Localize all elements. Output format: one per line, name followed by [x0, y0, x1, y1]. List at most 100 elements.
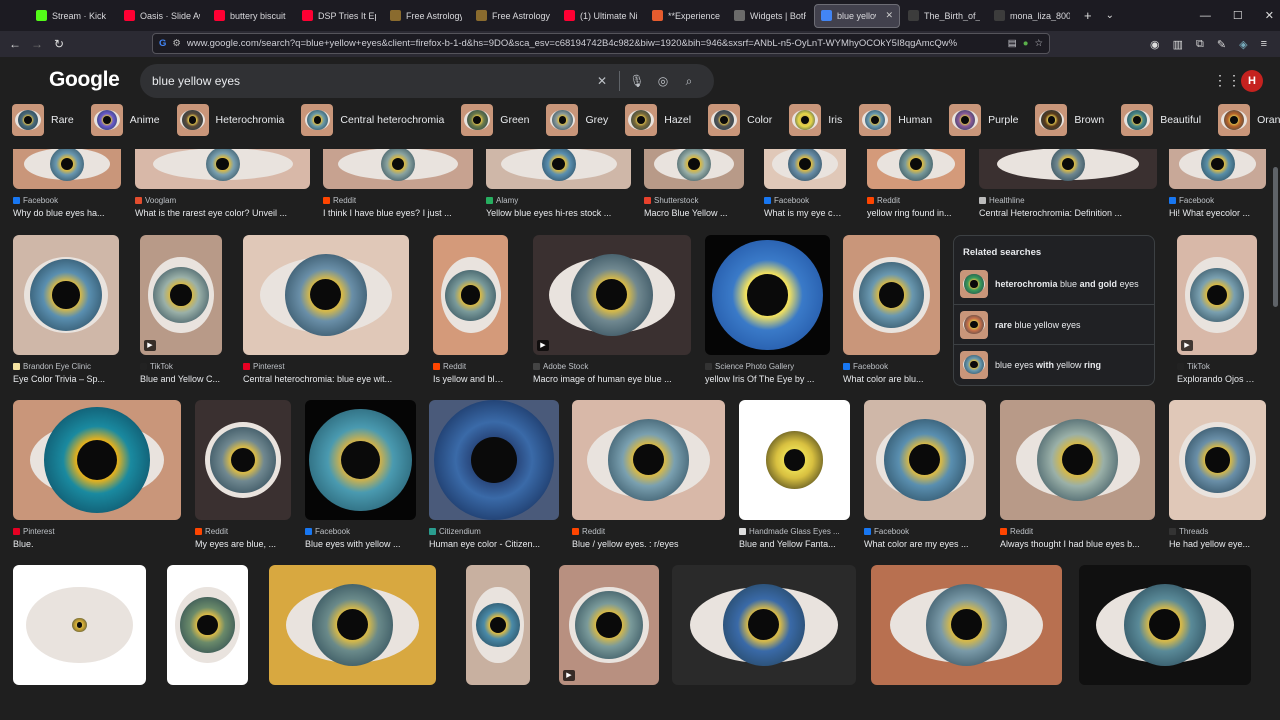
- forward-button[interactable]: →: [26, 37, 48, 51]
- close-window-button[interactable]: ✕: [1265, 9, 1274, 22]
- result-caption[interactable]: What color are my eyes ...: [864, 539, 986, 549]
- image-result-card[interactable]: Reddit My eyes are blue, ...: [195, 400, 291, 549]
- search-input[interactable]: blue yellow eyes: [152, 74, 589, 88]
- result-thumbnail[interactable]: [843, 235, 940, 355]
- result-caption[interactable]: Blue and Yellow C...: [140, 374, 222, 384]
- scrollbar-thumb[interactable]: [1273, 167, 1278, 307]
- image-result-card[interactable]: Reddit Blue / yellow eyes. : r/eyes: [572, 400, 725, 549]
- tab-list-chevron-icon[interactable]: ⌄: [1106, 10, 1114, 21]
- result-thumbnail[interactable]: [1169, 400, 1266, 520]
- related-search-item[interactable]: rare blue yellow eyes: [954, 304, 1154, 344]
- result-caption[interactable]: Macro Blue Yellow ...: [644, 208, 744, 218]
- page-settings-icon[interactable]: ⚙: [172, 38, 181, 49]
- result-thumbnail[interactable]: ▶: [1177, 235, 1257, 355]
- result-caption[interactable]: Blue and Yellow Fanta...: [739, 539, 850, 549]
- result-thumbnail[interactable]: [1169, 149, 1266, 189]
- result-thumbnail[interactable]: [572, 400, 725, 520]
- result-thumbnail[interactable]: [764, 149, 846, 189]
- result-caption[interactable]: Human eye color - Citizen...: [429, 539, 559, 549]
- result-thumbnail[interactable]: ▶: [140, 235, 222, 355]
- result-thumbnail[interactable]: [1079, 565, 1251, 685]
- result-thumbnail[interactable]: [433, 235, 508, 355]
- image-result-card[interactable]: Alamy Yellow blue eyes hi-res stock ...: [486, 149, 631, 218]
- result-thumbnail[interactable]: [979, 149, 1157, 189]
- image-result-card[interactable]: Reddit Is yellow and blue ...: [433, 235, 508, 384]
- addon-icon[interactable]: ◈: [1239, 38, 1247, 51]
- result-caption[interactable]: I think I have blue eyes? I just ...: [323, 208, 473, 218]
- result-caption[interactable]: He had yellow eye...: [1169, 539, 1266, 549]
- browser-tab[interactable]: blue yellow eyes ✕: [814, 3, 900, 28]
- result-caption[interactable]: Central heterochromia: blue eye wit...: [243, 374, 409, 384]
- scrollbar[interactable]: [1271, 149, 1280, 720]
- image-result-card[interactable]: Science Photo Gallery yellow Iris Of The …: [705, 235, 830, 384]
- account-icon[interactable]: ◉: [1150, 38, 1160, 51]
- bookmark-star-icon[interactable]: ☆: [1034, 38, 1043, 49]
- image-result-card[interactable]: [269, 565, 436, 685]
- result-caption[interactable]: Is yellow and blue ...: [433, 374, 508, 384]
- image-result-card[interactable]: Handmade Glass Eyes ... Blue and Yellow F…: [739, 400, 850, 549]
- result-thumbnail[interactable]: [871, 565, 1062, 685]
- image-result-card[interactable]: Pinterest Central heterochromia: blue eye…: [243, 235, 409, 384]
- browser-tab[interactable]: Free Astrology Bi: [384, 4, 468, 28]
- image-result-card[interactable]: Reddit Always thought I had blue eyes b..…: [1000, 400, 1155, 549]
- result-caption[interactable]: What is my eye col...: [764, 208, 846, 218]
- related-search-item[interactable]: heterochromia blue and gold eyes: [954, 264, 1154, 304]
- filter-chip[interactable]: Purple: [949, 104, 1026, 136]
- result-thumbnail[interactable]: [13, 235, 119, 355]
- result-caption[interactable]: Eye Color Trivia – Sp...: [13, 374, 119, 384]
- result-caption[interactable]: Central Heterochromia: Definition ...: [979, 208, 1157, 218]
- result-thumbnail[interactable]: ▶: [533, 235, 691, 355]
- browser-tab[interactable]: Oasis · Slide Away: [118, 4, 206, 28]
- filter-chip[interactable]: Heterochromia: [176, 104, 293, 136]
- image-result-card[interactable]: Reddit I think I have blue eyes? I just .…: [323, 149, 473, 218]
- url-bar[interactable]: G ⚙ www.google.com/search?q=blue+yellow+…: [152, 33, 1050, 54]
- result-thumbnail[interactable]: [739, 400, 850, 520]
- result-thumbnail[interactable]: [167, 565, 248, 685]
- result-caption[interactable]: My eyes are blue, ...: [195, 539, 291, 549]
- library-icon[interactable]: ▥: [1173, 38, 1183, 51]
- extension-icon[interactable]: ●: [1023, 38, 1029, 49]
- result-thumbnail[interactable]: [135, 149, 310, 189]
- reload-button[interactable]: ↻: [48, 37, 70, 51]
- result-caption[interactable]: Blue eyes with yellow ...: [305, 539, 416, 549]
- browser-tab[interactable]: buttery biscuit bass: [208, 4, 294, 28]
- image-result-card[interactable]: ▶: [559, 565, 659, 685]
- result-thumbnail[interactable]: ▶: [559, 565, 659, 685]
- image-result-card[interactable]: Facebook Blue eyes with yellow ...: [305, 400, 416, 549]
- result-caption[interactable]: Why do blue eyes ha...: [13, 208, 121, 218]
- browser-tab[interactable]: Stream · Kick: [30, 4, 116, 28]
- result-thumbnail[interactable]: [323, 149, 473, 189]
- image-result-card[interactable]: [13, 565, 146, 685]
- browser-tab[interactable]: DSP Tries It Ep. 1: [296, 4, 382, 28]
- image-result-card[interactable]: Pinterest Blue.: [13, 400, 181, 549]
- filter-chip[interactable]: Iris: [789, 104, 850, 136]
- result-caption[interactable]: What color are blu...: [843, 374, 940, 384]
- result-thumbnail[interactable]: [13, 400, 181, 520]
- browser-tab[interactable]: mona_liza_800x.jpg (: [988, 4, 1076, 28]
- image-result-card[interactable]: Facebook What color are blu...: [843, 235, 940, 384]
- lens-icon[interactable]: ◎: [650, 74, 676, 88]
- result-thumbnail[interactable]: [269, 565, 436, 685]
- result-thumbnail[interactable]: [1000, 400, 1155, 520]
- filter-chip[interactable]: Hazel: [625, 104, 699, 136]
- new-tab-button[interactable]: +: [1084, 8, 1092, 23]
- result-caption[interactable]: Macro image of human eye blue ...: [533, 374, 691, 384]
- result-thumbnail[interactable]: [13, 565, 146, 685]
- microphone-icon[interactable]: 🎙: [624, 74, 650, 88]
- search-icon[interactable]: ⌕: [676, 74, 702, 89]
- filter-chip[interactable]: Human: [859, 104, 940, 136]
- result-thumbnail[interactable]: [195, 400, 291, 520]
- reader-view-icon[interactable]: ▤: [1008, 38, 1017, 49]
- image-result-card[interactable]: [167, 565, 248, 685]
- related-search-item[interactable]: blue eyes with yellow ring: [954, 344, 1154, 384]
- image-result-card[interactable]: Reddit yellow ring found in...: [867, 149, 965, 218]
- google-logo[interactable]: Google: [49, 68, 120, 92]
- image-result-card[interactable]: ▶ TikTok Blue and Yellow C...: [140, 235, 222, 384]
- image-result-card[interactable]: Facebook What is my eye col...: [764, 149, 846, 218]
- result-caption[interactable]: Explorando Ojos A...: [1177, 374, 1257, 384]
- browser-tab[interactable]: Free Astrology B: [470, 4, 556, 28]
- image-result-card[interactable]: [672, 565, 856, 685]
- filter-chip[interactable]: Brown: [1035, 104, 1112, 136]
- image-result-card[interactable]: Healthline Central Heterochromia: Definit…: [979, 149, 1157, 218]
- clear-search-icon[interactable]: ✕: [589, 74, 615, 88]
